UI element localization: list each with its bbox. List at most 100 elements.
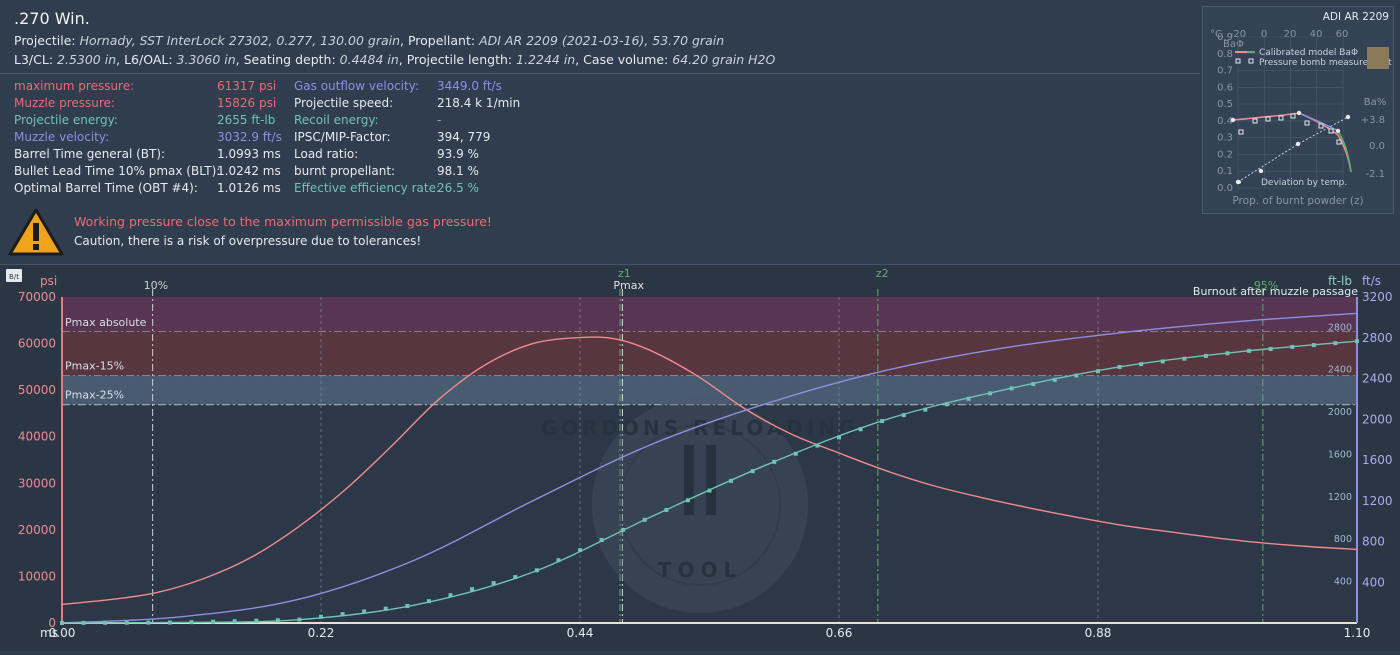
y-left-tick-label: 30000 (18, 476, 56, 490)
result-label-2: Recoil energy: (294, 113, 379, 127)
result-value-1: 15826 psi (217, 96, 277, 110)
inset-measurement-point (1238, 129, 1244, 135)
inset-temp-tick: 60 (1336, 29, 1349, 40)
result-label-0: Gas outflow velocity: (294, 79, 419, 93)
warning-title: Working pressure close to the maximum pe… (74, 214, 492, 229)
energy-point (1031, 382, 1036, 387)
y-left-tick-label: 10000 (18, 569, 56, 583)
energy-point (211, 619, 216, 624)
marker-label: Pmax (613, 279, 644, 292)
energy-point (1052, 377, 1057, 382)
y-energy-tick-label: 1200 (1328, 492, 1352, 503)
band-label: Pmax-15% (65, 360, 124, 373)
energy-point (988, 391, 993, 396)
energy-point (1009, 386, 1014, 391)
energy-point (275, 618, 280, 623)
energy-point (837, 435, 841, 440)
inset-point (1335, 128, 1341, 134)
energy-point (146, 620, 151, 625)
y-velocity-tick-label: 1200 (1362, 494, 1393, 508)
energy-point (750, 469, 755, 474)
inset-point (1230, 117, 1236, 123)
energy-point (383, 606, 388, 611)
energy-point (772, 459, 777, 464)
y-velocity-tick-label: 2000 (1362, 412, 1393, 426)
inset-right-tick: 0.0 (1369, 141, 1385, 152)
energy-point (793, 451, 798, 456)
inset-measurement-point (1336, 139, 1342, 145)
chart-options-button[interactable]: B/t (6, 269, 22, 282)
energy-point (1096, 369, 1100, 374)
energy-point (1160, 359, 1165, 364)
energy-point (578, 548, 582, 553)
inset-measurement-point (1318, 123, 1324, 129)
energy-point (685, 498, 690, 503)
result-value-3: 394, 779 (437, 130, 491, 144)
pressure-band (62, 331, 1357, 376)
inset-y-tick: 0.4 (1217, 116, 1233, 127)
inset-point (1295, 141, 1301, 147)
pressure-band (62, 297, 1357, 332)
energy-point (491, 581, 496, 586)
x-tick-label: 0.66 (826, 626, 853, 640)
y-velocity-tick-label: 400 (1362, 575, 1385, 589)
energy-point (60, 621, 64, 625)
inset-y-tick: 0.5 (1217, 99, 1233, 110)
header-separator (0, 73, 1200, 74)
energy-point (1247, 348, 1252, 353)
inset-measurement-point (1290, 113, 1296, 119)
powder-model-chart: ADI AR 2209BaΦBa%°C -20 0 20 40 600.00.10.20.… (1210, 11, 1392, 207)
inset-powder-thumbnail (1367, 47, 1389, 69)
inset-calibrated-curve (1232, 112, 1352, 173)
energy-point (232, 619, 237, 624)
result-value-0: 3449.0 ft/s (437, 79, 502, 93)
energy-point (1268, 346, 1273, 351)
result-value-4: 93.9 % (437, 147, 479, 161)
energy-point (880, 419, 885, 424)
energy-point (1311, 343, 1316, 348)
inset-measurement-point (1278, 115, 1284, 121)
result-value-6: 1.0126 ms (217, 181, 281, 195)
results-left-values: 61317 psi 15826 psi 2655 ft-lb 3032.9 ft/s 1… (217, 78, 282, 197)
y-left-tick-label: 40000 (18, 430, 56, 444)
powder-model-inset: ADI AR 2209 BaΦ Ba% °C -20 0 20 40 60 0.0 0.1 0.2 0.… (1202, 6, 1394, 214)
energy-point (1333, 341, 1338, 346)
inset-legend-swatch (1248, 58, 1254, 64)
x-tick-label: 0.22 (308, 626, 335, 640)
result-value-4: 1.0993 ms (217, 147, 281, 161)
marker-label: z2 (876, 267, 889, 280)
y-left-tick-label: 50000 (18, 383, 56, 397)
watermark-rifle-a (684, 445, 694, 515)
energy-point (254, 618, 259, 623)
result-value-1: 218.4 k 1/min (437, 96, 521, 110)
watermark-bottom-text: TOOL (658, 558, 742, 582)
y-energy-tick-label: 2000 (1328, 407, 1352, 418)
energy-point (1182, 356, 1187, 361)
inset-measurement-point (1328, 128, 1334, 134)
energy-point (729, 478, 734, 483)
inset-title: ADI AR 2209 (1323, 11, 1389, 23)
y-velocity-tick-label: 3200 (1362, 290, 1393, 304)
inset-y-tick: 0.7 (1217, 66, 1233, 77)
energy-point (556, 558, 561, 563)
energy-point (642, 517, 647, 522)
result-value-3: 3032.9 ft/s (217, 130, 282, 144)
energy-point (944, 402, 949, 407)
inset-y-tick: 0.0 (1217, 183, 1233, 194)
results-right-values: 3449.0 ft/s 218.4 k 1/min - 394, 779 93.9 % 9… (437, 78, 520, 197)
energy-point (707, 488, 712, 493)
result-label-6: Optimal Barrel Time (OBT #4): (14, 181, 198, 195)
energy-point (858, 427, 863, 432)
energy-point (621, 527, 626, 532)
energy-point (1355, 339, 1359, 344)
inset-temp-tick: 20 (1284, 29, 1297, 40)
energy-point (81, 620, 86, 625)
energy-point (167, 620, 172, 625)
inset-y-tick: 0.9 (1217, 32, 1233, 43)
inset-y-tick: 0.1 (1217, 166, 1233, 177)
chart-panel: Pmax absolute Pmax-15% Pmax-25% 10% z1 Pmax z2… (0, 264, 1400, 651)
inset-footer-swatch (1237, 180, 1241, 184)
y-left-tick-label: 70000 (18, 290, 56, 304)
result-value-5: 1.0242 ms (217, 164, 281, 178)
results-right-labels: Gas outflow velocity: Projectile speed: Re… (294, 78, 440, 197)
